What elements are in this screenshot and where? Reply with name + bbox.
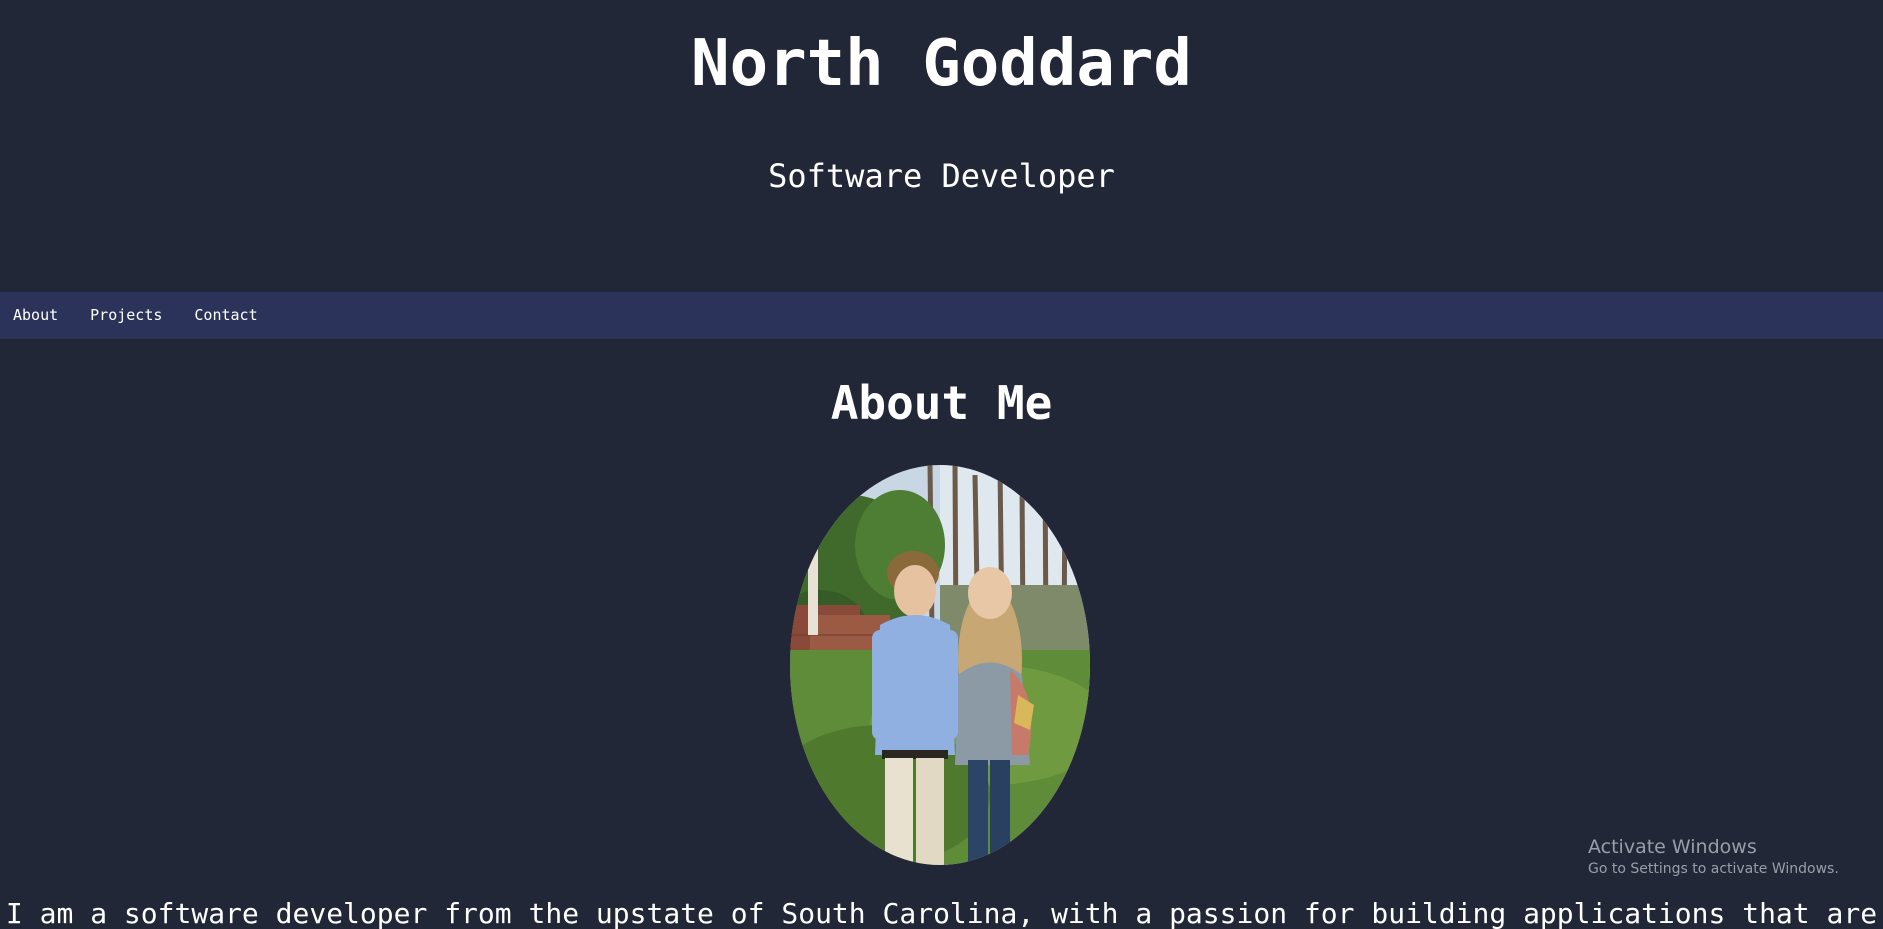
watermark-subtitle: Go to Settings to activate Windows. xyxy=(1588,861,1839,877)
about-heading: About Me xyxy=(830,376,1053,430)
profile-photo xyxy=(790,465,1090,865)
site-subtitle: Software Developer xyxy=(768,157,1115,195)
site-header: North Goddard Software Developer xyxy=(0,0,1883,292)
main-navbar: About Projects Contact xyxy=(0,292,1883,339)
nav-link-projects[interactable]: Projects xyxy=(90,292,162,339)
activate-windows-watermark: Activate Windows Go to Settings to activ… xyxy=(1588,835,1839,879)
site-title: North Goddard xyxy=(691,27,1192,101)
watermark-title: Activate Windows xyxy=(1588,836,1757,858)
nav-link-contact[interactable]: Contact xyxy=(194,292,257,339)
nav-link-about[interactable]: About xyxy=(13,292,58,339)
bio-text: I am a software developer from the upsta… xyxy=(5,897,1878,929)
portfolio-page: North Goddard Software Developer About P… xyxy=(0,0,1883,929)
